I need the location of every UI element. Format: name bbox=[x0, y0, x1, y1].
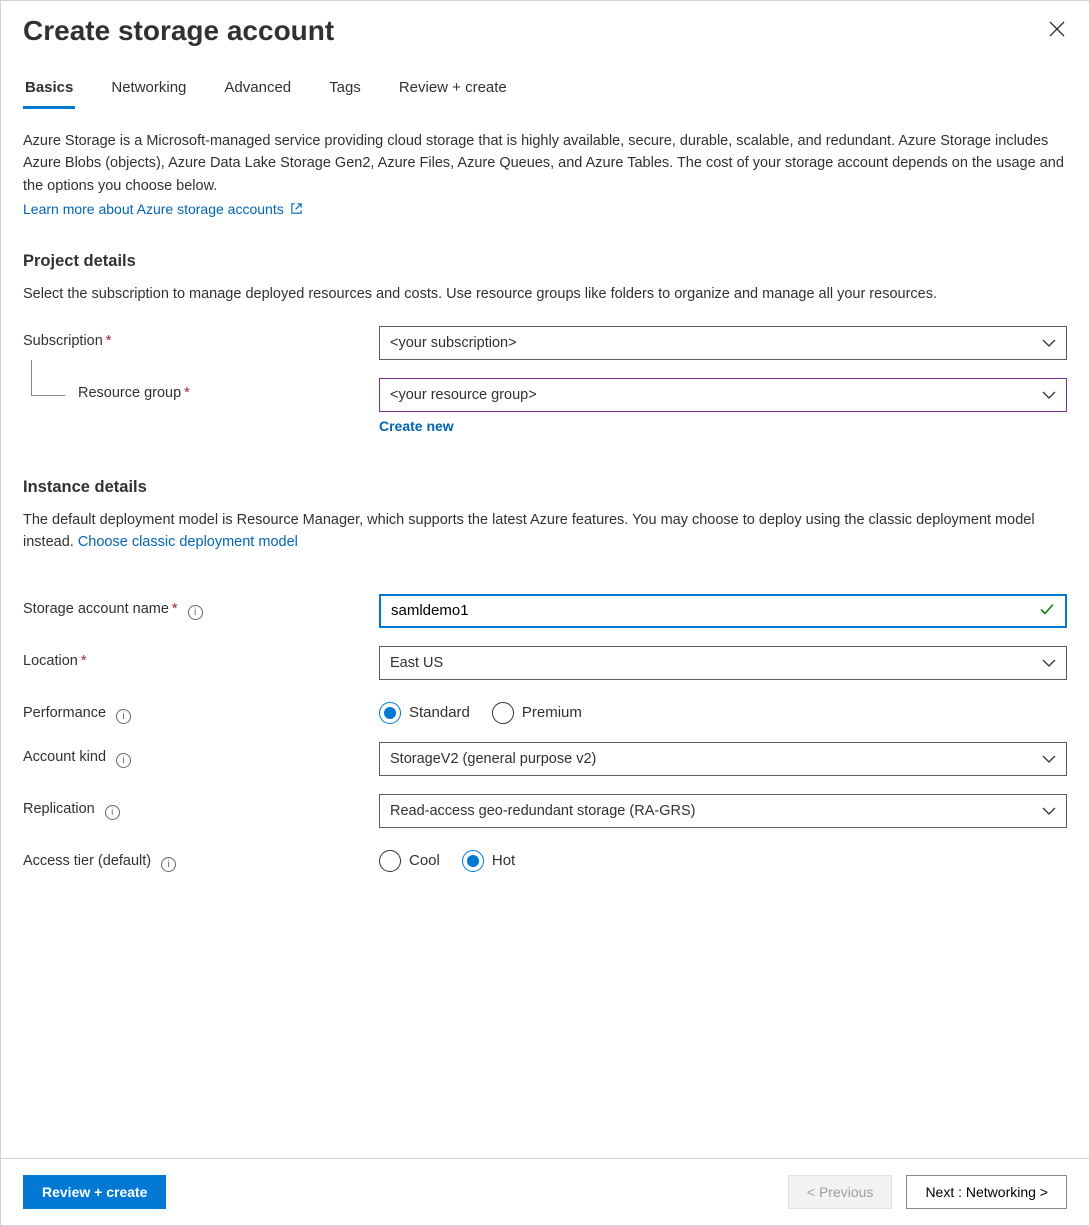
replication-select[interactable]: Read-access geo-redundant storage (RA-GR… bbox=[379, 794, 1067, 828]
learn-more-link[interactable]: Learn more about Azure storage accounts bbox=[23, 201, 303, 217]
access-tier-label: Access tier (default) i bbox=[23, 846, 379, 872]
info-icon[interactable]: i bbox=[105, 805, 120, 820]
subscription-label: Subscription* bbox=[23, 326, 379, 349]
chevron-down-icon bbox=[1042, 338, 1056, 348]
create-new-link[interactable]: Create new bbox=[379, 418, 454, 434]
tab-tags[interactable]: Tags bbox=[327, 73, 363, 109]
chevron-down-icon bbox=[1042, 806, 1056, 816]
storage-account-name-label: Storage account name* i bbox=[23, 594, 379, 620]
intro-text: Azure Storage is a Microsoft-managed ser… bbox=[23, 130, 1067, 197]
external-link-icon bbox=[290, 202, 303, 218]
learn-more-text: Learn more about Azure storage accounts bbox=[23, 201, 284, 217]
access-tier-radio-group: Cool Hot bbox=[379, 846, 1067, 872]
tree-indent-line bbox=[31, 360, 65, 396]
info-icon[interactable]: i bbox=[161, 857, 176, 872]
tab-basics[interactable]: Basics bbox=[23, 73, 75, 109]
performance-label: Performance i bbox=[23, 698, 379, 724]
chevron-down-icon bbox=[1042, 390, 1056, 400]
account-kind-label: Account kind i bbox=[23, 742, 379, 768]
chevron-down-icon bbox=[1042, 658, 1056, 668]
subscription-select[interactable]: <your subscription> bbox=[379, 326, 1067, 360]
tab-advanced[interactable]: Advanced bbox=[222, 73, 293, 109]
required-asterisk: * bbox=[81, 653, 87, 669]
classic-deployment-link[interactable]: Choose classic deployment model bbox=[78, 534, 298, 550]
account-kind-select[interactable]: StorageV2 (general purpose v2) bbox=[379, 742, 1067, 776]
project-details-heading: Project details bbox=[23, 252, 1067, 271]
resource-group-select[interactable]: <your resource group> bbox=[379, 378, 1067, 412]
dialog-footer: Review + create < Previous Next : Networ… bbox=[1, 1158, 1089, 1225]
radio-icon bbox=[492, 702, 514, 724]
radio-icon bbox=[379, 850, 401, 872]
previous-button: < Previous bbox=[788, 1175, 893, 1209]
location-label: Location* bbox=[23, 646, 379, 669]
radio-icon bbox=[462, 850, 484, 872]
close-button[interactable] bbox=[1045, 17, 1069, 41]
close-icon bbox=[1049, 21, 1065, 37]
required-asterisk: * bbox=[172, 601, 178, 617]
check-icon bbox=[1039, 601, 1055, 620]
access-tier-hot-radio[interactable]: Hot bbox=[462, 850, 515, 872]
replication-label: Replication i bbox=[23, 794, 379, 820]
resource-group-label: Resource group* bbox=[23, 378, 379, 401]
tabs: Basics Networking Advanced Tags Review +… bbox=[23, 73, 1067, 110]
performance-standard-radio[interactable]: Standard bbox=[379, 702, 470, 724]
instance-details-desc: The default deployment model is Resource… bbox=[23, 509, 1067, 554]
info-icon[interactable]: i bbox=[188, 605, 203, 620]
storage-account-name-input-wrap bbox=[379, 594, 1067, 628]
info-icon[interactable]: i bbox=[116, 753, 131, 768]
performance-premium-radio[interactable]: Premium bbox=[492, 702, 582, 724]
review-create-button[interactable]: Review + create bbox=[23, 1175, 166, 1209]
create-storage-account-dialog: Create storage account Basics Networking… bbox=[0, 0, 1090, 1226]
tab-networking[interactable]: Networking bbox=[109, 73, 188, 109]
required-asterisk: * bbox=[184, 385, 190, 401]
project-details-desc: Select the subscription to manage deploy… bbox=[23, 283, 1067, 305]
info-icon[interactable]: i bbox=[116, 709, 131, 724]
dialog-title: Create storage account bbox=[23, 15, 1067, 47]
radio-icon bbox=[379, 702, 401, 724]
chevron-down-icon bbox=[1042, 754, 1056, 764]
instance-details-heading: Instance details bbox=[23, 478, 1067, 497]
performance-radio-group: Standard Premium bbox=[379, 698, 1067, 724]
storage-account-name-input[interactable] bbox=[391, 602, 1035, 619]
location-select[interactable]: East US bbox=[379, 646, 1067, 680]
next-button[interactable]: Next : Networking > bbox=[906, 1175, 1067, 1209]
tab-review-create[interactable]: Review + create bbox=[397, 73, 509, 109]
access-tier-cool-radio[interactable]: Cool bbox=[379, 850, 440, 872]
required-asterisk: * bbox=[106, 333, 112, 349]
